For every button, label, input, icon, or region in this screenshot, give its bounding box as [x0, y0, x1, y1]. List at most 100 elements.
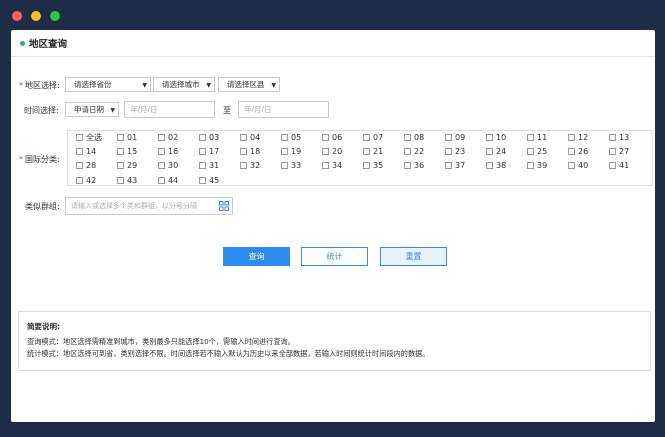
- checkbox-square[interactable]: [199, 148, 206, 156]
- county-select[interactable]: 请选择区县 ▼: [218, 77, 280, 92]
- class-checkbox[interactable]: 44: [158, 175, 178, 186]
- checkbox-square[interactable]: [117, 176, 124, 184]
- class-checkbox[interactable]: 24: [486, 146, 506, 157]
- checkbox-square[interactable]: [609, 134, 616, 141]
- class-checkbox[interactable]: 11: [527, 132, 547, 143]
- checkbox-square[interactable]: [527, 162, 534, 170]
- province-select[interactable]: 请选择省份 ▼: [65, 77, 151, 92]
- class-checkbox[interactable]: 42: [76, 175, 96, 186]
- class-checkbox[interactable]: 21: [363, 146, 383, 157]
- checkbox-square[interactable]: [240, 148, 247, 156]
- class-checkbox[interactable]: 17: [199, 146, 219, 157]
- class-checkbox[interactable]: 09: [445, 132, 465, 143]
- class-checkbox[interactable]: 08: [404, 132, 424, 143]
- checkbox-square[interactable]: [117, 148, 124, 156]
- class-checkbox[interactable]: 19: [281, 146, 301, 157]
- stats-button[interactable]: 统计: [301, 247, 368, 266]
- class-checkbox[interactable]: 02: [158, 132, 178, 143]
- checkbox-square[interactable]: [76, 148, 83, 156]
- class-checkbox[interactable]: 25: [527, 146, 547, 157]
- class-checkbox[interactable]: 34: [322, 160, 342, 171]
- checkbox-square[interactable]: [158, 134, 165, 141]
- class-checkbox[interactable]: 28: [76, 160, 96, 171]
- class-checkbox[interactable]: 40: [568, 160, 588, 171]
- checkbox-square[interactable]: [76, 134, 83, 141]
- checkbox-square[interactable]: [609, 162, 616, 170]
- checkbox-square[interactable]: [486, 162, 493, 170]
- class-checkbox[interactable]: 37: [445, 160, 465, 171]
- class-checkbox[interactable]: 35: [363, 160, 383, 171]
- checkbox-square[interactable]: [281, 148, 288, 156]
- start-date-input[interactable]: 年/月/日: [124, 101, 215, 118]
- date-type-select[interactable]: 申请日期 ▼: [65, 102, 119, 117]
- checkbox-square[interactable]: [322, 162, 329, 170]
- class-checkbox[interactable]: 22: [404, 146, 424, 157]
- checkbox-square[interactable]: [117, 134, 124, 141]
- checkbox-square[interactable]: [445, 148, 452, 156]
- class-checkbox[interactable]: 05: [281, 132, 301, 143]
- reset-button[interactable]: 重置: [380, 247, 447, 266]
- checkbox-square[interactable]: [363, 134, 370, 141]
- class-checkbox[interactable]: 14: [76, 146, 96, 157]
- class-checkbox[interactable]: 07: [363, 132, 383, 143]
- checkbox-square[interactable]: [568, 162, 575, 170]
- checkbox-square[interactable]: [76, 176, 83, 184]
- checkbox-square[interactable]: [404, 134, 411, 141]
- checkbox-square[interactable]: [527, 148, 534, 156]
- checkbox-square[interactable]: [527, 134, 534, 141]
- checkbox-square[interactable]: [445, 134, 452, 141]
- checkbox-square[interactable]: [199, 162, 206, 170]
- class-checkbox[interactable]: 33: [281, 160, 301, 171]
- class-checkbox[interactable]: 23: [445, 146, 465, 157]
- maximize-dot[interactable]: [50, 11, 60, 21]
- class-checkbox[interactable]: 45: [199, 175, 219, 186]
- checkbox-square[interactable]: [199, 176, 206, 184]
- class-checkbox[interactable]: 43: [117, 175, 137, 186]
- class-checkbox[interactable]: 36: [404, 160, 424, 171]
- checkbox-square[interactable]: [363, 162, 370, 170]
- checkbox-square[interactable]: [609, 148, 616, 156]
- checkbox-square[interactable]: [158, 176, 165, 184]
- class-checkbox[interactable]: 27: [609, 146, 629, 157]
- checkbox-square[interactable]: [240, 162, 247, 170]
- class-checkbox[interactable]: 39: [527, 160, 547, 171]
- minimize-dot[interactable]: [31, 11, 41, 21]
- query-button[interactable]: 查询: [223, 247, 290, 266]
- checkbox-square[interactable]: [281, 162, 288, 170]
- checkbox-square[interactable]: [486, 148, 493, 156]
- checkbox-square[interactable]: [322, 148, 329, 156]
- class-checkbox[interactable]: 20: [322, 146, 342, 157]
- checkbox-square[interactable]: [568, 148, 575, 156]
- class-checkbox[interactable]: 16: [158, 146, 178, 157]
- group-input[interactable]: 请输入或选择多个类和群组，以分号分隔: [65, 197, 233, 215]
- class-checkbox[interactable]: 30: [158, 160, 178, 171]
- checkbox-square[interactable]: [76, 162, 83, 170]
- checkbox-square[interactable]: [486, 134, 493, 141]
- class-checkbox[interactable]: 26: [568, 146, 588, 157]
- checkbox-square[interactable]: [568, 134, 575, 141]
- class-checkbox[interactable]: 01: [117, 132, 137, 143]
- class-checkbox[interactable]: 32: [240, 160, 260, 171]
- class-checkbox[interactable]: 38: [486, 160, 506, 171]
- class-checkbox[interactable]: 04: [240, 132, 260, 143]
- grid-picker-icon[interactable]: [219, 201, 229, 211]
- checkbox-square[interactable]: [158, 148, 165, 156]
- class-checkbox[interactable]: 06: [322, 132, 342, 143]
- checkbox-square[interactable]: [158, 162, 165, 170]
- checkbox-square[interactable]: [240, 134, 247, 141]
- checkbox-square[interactable]: [404, 148, 411, 156]
- checkbox-square[interactable]: [199, 134, 206, 141]
- class-checkbox[interactable]: 31: [199, 160, 219, 171]
- city-select[interactable]: 请选择城市 ▼: [153, 77, 215, 92]
- select-all-checkbox[interactable]: 全选: [76, 132, 102, 143]
- class-checkbox[interactable]: 03: [199, 132, 219, 143]
- class-checkbox[interactable]: 41: [609, 160, 629, 171]
- checkbox-square[interactable]: [322, 134, 329, 141]
- checkbox-square[interactable]: [281, 134, 288, 141]
- class-checkbox[interactable]: 10: [486, 132, 506, 143]
- class-checkbox[interactable]: 18: [240, 146, 260, 157]
- end-date-input[interactable]: 年/月/日: [238, 101, 329, 118]
- checkbox-square[interactable]: [363, 148, 370, 156]
- class-checkbox[interactable]: 15: [117, 146, 137, 157]
- checkbox-square[interactable]: [445, 162, 452, 170]
